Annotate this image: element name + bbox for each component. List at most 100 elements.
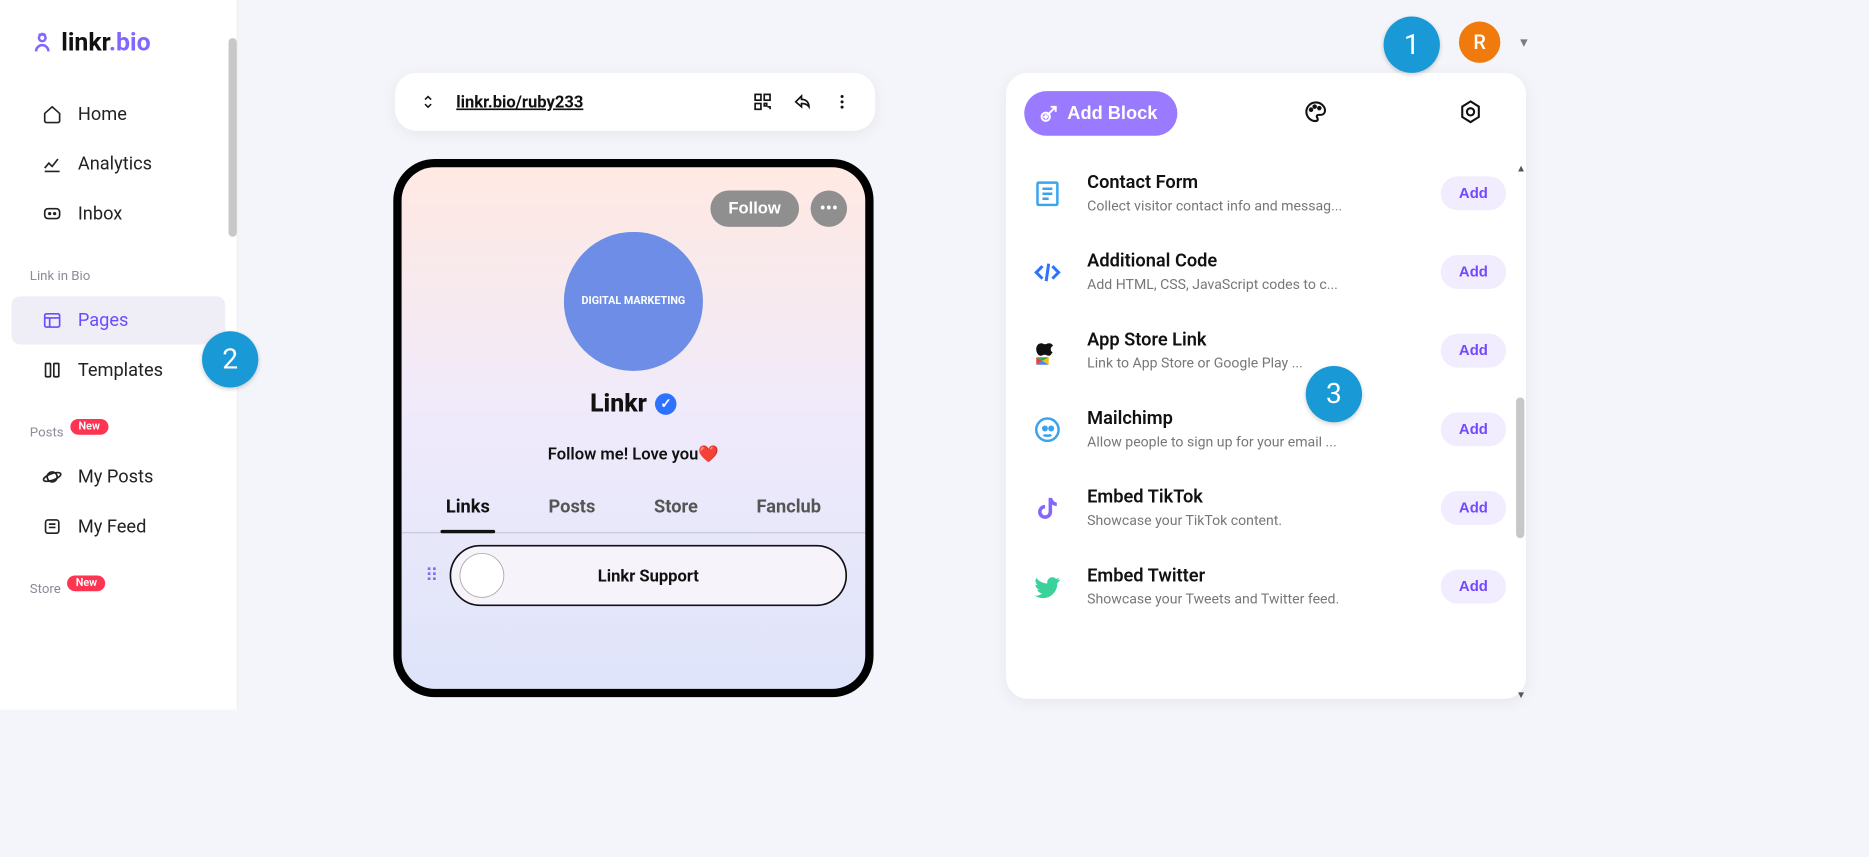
more-horiz-icon[interactable]: ••• [811, 190, 847, 226]
block-row-app-store-link: App Store Link Link to App Store or Goog… [1026, 311, 1510, 390]
tab-store[interactable]: Store [649, 490, 703, 524]
sidebar-item-templates[interactable]: Templates [12, 346, 226, 394]
blocks-panel: Add Block Contact Form Collect visitor c… [1006, 73, 1526, 699]
scroll-up-icon[interactable]: ▲ [1516, 162, 1524, 174]
block-desc: Showcase your Tweets and Twitter feed. [1087, 591, 1419, 608]
nav-main-group: Home Analytics Inbox [0, 85, 237, 251]
logo[interactable]: linkr.bio [0, 20, 237, 85]
sidebar-item-home[interactable]: Home [12, 90, 226, 138]
block-title: Additional Code [1087, 251, 1419, 272]
block-row-contact-form: Contact Form Collect visitor contact inf… [1026, 154, 1510, 233]
add-button[interactable]: Add [1441, 334, 1506, 368]
sidebar-item-label: My Posts [78, 467, 154, 488]
add-button[interactable]: Add [1441, 176, 1506, 210]
block-title: Contact Form [1087, 172, 1419, 193]
section-store: Store New [0, 564, 237, 605]
block-desc: Add HTML, CSS, JavaScript codes to c... [1087, 277, 1419, 294]
sidebar-scrollbar[interactable] [229, 38, 237, 237]
profile-tabs: Links Posts Store Fanclub [402, 490, 866, 533]
sidebar-item-label: Pages [78, 310, 129, 331]
logo-icon [30, 30, 55, 55]
analytics-icon [41, 153, 63, 175]
twitter-icon [1029, 568, 1065, 604]
callout-3: 3 [1306, 366, 1362, 422]
add-button[interactable]: Add [1441, 570, 1506, 604]
templates-icon [41, 359, 63, 381]
planet-icon [41, 466, 63, 488]
add-button[interactable]: Add [1441, 412, 1506, 446]
link-pill[interactable]: Linkr Support [450, 545, 847, 606]
sidebar-item-label: My Feed [78, 516, 147, 537]
sidebar-item-label: Home [78, 104, 127, 125]
follow-button[interactable]: Follow [710, 190, 799, 226]
blocks-list: Contact Form Collect visitor contact inf… [1006, 151, 1526, 626]
block-desc: Allow people to sign up for your email .… [1087, 434, 1419, 451]
palette-icon[interactable] [1304, 99, 1332, 127]
sidebar-item-myposts[interactable]: My Posts [12, 453, 226, 501]
main: linkr.bio/ruby233 Follow ••• DIGITAL MAR… [238, 0, 1548, 710]
scroll-down-icon[interactable]: ▼ [1516, 689, 1524, 701]
block-title: Embed TikTok [1087, 487, 1419, 508]
share-icon[interactable] [791, 90, 814, 113]
tab-fanclub[interactable]: Fanclub [752, 490, 826, 524]
page-url[interactable]: linkr.bio/ruby233 [456, 92, 734, 112]
badge-new: New [67, 575, 105, 591]
scroll-thumb[interactable] [1516, 397, 1524, 538]
pages-icon [41, 310, 63, 332]
url-card: linkr.bio/ruby233 [395, 73, 875, 131]
inbox-icon [41, 203, 63, 225]
block-row-embed-twitter: Embed Twitter Showcase your Tweets and T… [1026, 547, 1510, 626]
add-block-button[interactable]: Add Block [1024, 91, 1177, 136]
section-posts: Posts New [0, 407, 237, 448]
add-button[interactable]: Add [1441, 491, 1506, 525]
code-icon [1029, 254, 1065, 290]
tiktok-icon [1029, 490, 1065, 526]
badge-new: New [70, 419, 108, 435]
profile-avatar[interactable]: DIGITAL MARKETING [564, 232, 703, 371]
tab-links[interactable]: Links [441, 490, 495, 524]
block-title: App Store Link [1087, 330, 1419, 351]
sidebar-item-label: Inbox [78, 203, 122, 224]
sidebar-item-myfeed[interactable]: My Feed [12, 503, 226, 551]
reorder-icon[interactable] [416, 90, 439, 113]
appstore-icon [1029, 332, 1065, 368]
link-block: ⠿ Linkr Support [420, 545, 847, 606]
profile-bio: Follow me! Love you❤️ [402, 444, 866, 464]
block-desc: Showcase your TikTok content. [1087, 513, 1419, 530]
form-icon [1029, 175, 1065, 211]
block-row-mailchimp: Mailchimp Allow people to sign up for yo… [1026, 390, 1510, 469]
nav-posts-group: My Posts My Feed [0, 448, 237, 564]
add-button[interactable]: Add [1441, 255, 1506, 289]
nav-bio-group: Pages Templates [0, 291, 237, 407]
block-row-embed-tiktok: Embed TikTok Showcase your TikTok conten… [1026, 469, 1510, 548]
block-desc: Link to App Store or Google Play ... [1087, 355, 1419, 372]
callout-2: 2 [202, 331, 258, 387]
gear-icon[interactable] [1458, 99, 1486, 127]
verified-icon: ✓ [655, 393, 677, 415]
sidebar-item-label: Analytics [78, 154, 152, 175]
sidebar-item-inbox[interactable]: Inbox [12, 190, 226, 238]
sidebar-item-label: Templates [78, 360, 163, 381]
block-title: Mailchimp [1087, 408, 1419, 429]
mailchimp-icon [1029, 411, 1065, 447]
logo-text: linkr.bio [61, 28, 150, 57]
callout-1: 1 [1384, 17, 1440, 73]
block-row-additional-code: Additional Code Add HTML, CSS, JavaScrip… [1026, 233, 1510, 312]
more-vert-icon[interactable] [830, 90, 853, 113]
section-linkinbio: Link in Bio [0, 251, 237, 292]
qr-icon[interactable] [751, 90, 774, 113]
tab-posts[interactable]: Posts [544, 490, 601, 524]
home-icon [41, 104, 63, 126]
sidebar-item-analytics[interactable]: Analytics [12, 140, 226, 188]
block-desc: Collect visitor contact info and messag.… [1087, 198, 1419, 215]
link-title: Linkr Support [598, 566, 699, 586]
block-title: Embed Twitter [1087, 566, 1419, 587]
sidebar-item-pages[interactable]: Pages [12, 296, 226, 344]
phone-screen: Follow ••• DIGITAL MARKETING Linkr ✓ Fol… [402, 167, 866, 689]
drag-handle-icon[interactable]: ⠿ [420, 565, 442, 586]
profile-name: Linkr ✓ [402, 389, 866, 418]
phone-preview: Follow ••• DIGITAL MARKETING Linkr ✓ Fol… [393, 159, 873, 697]
feed-icon [41, 516, 63, 538]
link-thumb [460, 553, 505, 598]
panel-scrollbar[interactable]: ▲ ▼ [1516, 174, 1524, 689]
